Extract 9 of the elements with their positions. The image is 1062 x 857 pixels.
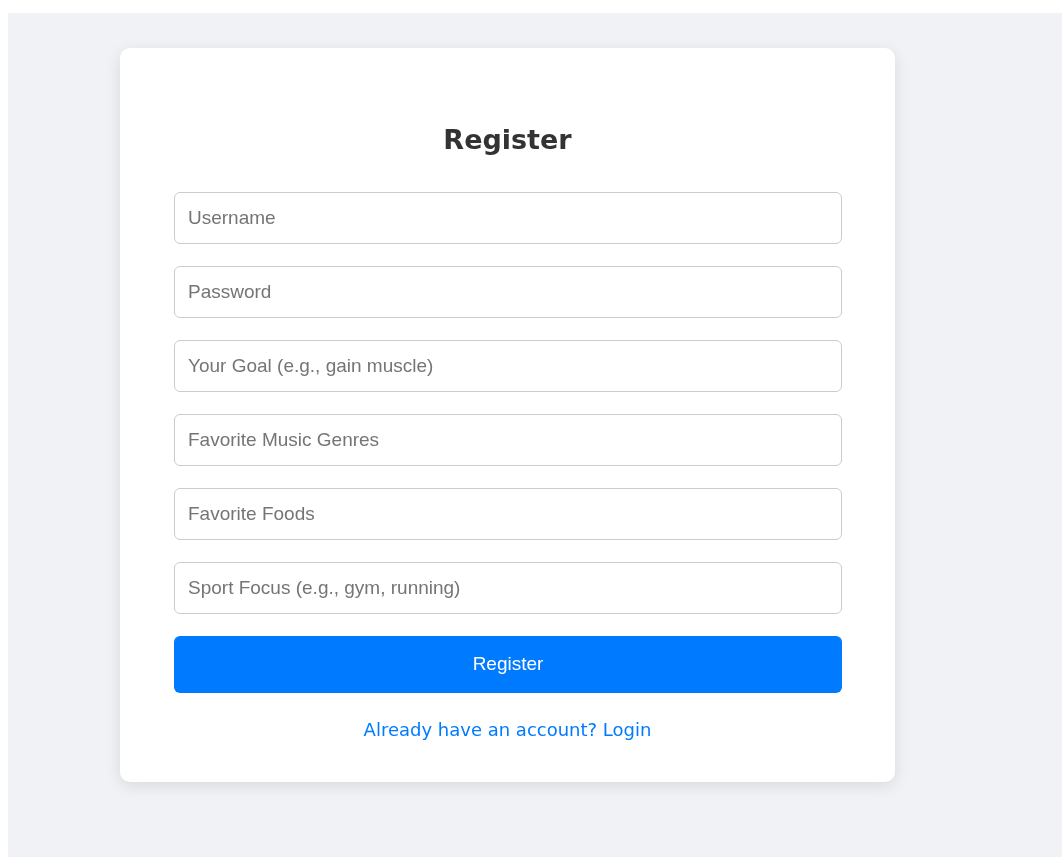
register-button[interactable]: Register bbox=[174, 636, 842, 693]
text-field[interactable]: Favorite Music Genres bbox=[174, 414, 842, 466]
text-field[interactable]: Password bbox=[174, 266, 842, 318]
text-field[interactable]: Your Goal (e.g., gain muscle) bbox=[174, 340, 842, 392]
form-title: Register bbox=[443, 123, 572, 157]
login-link[interactable]: Already have an account? Login bbox=[363, 717, 652, 743]
text-field[interactable]: Favorite Foods bbox=[174, 488, 842, 540]
text-field[interactable]: Username bbox=[174, 192, 842, 244]
text-field[interactable]: Sport Focus (e.g., gym, running) bbox=[174, 562, 842, 614]
